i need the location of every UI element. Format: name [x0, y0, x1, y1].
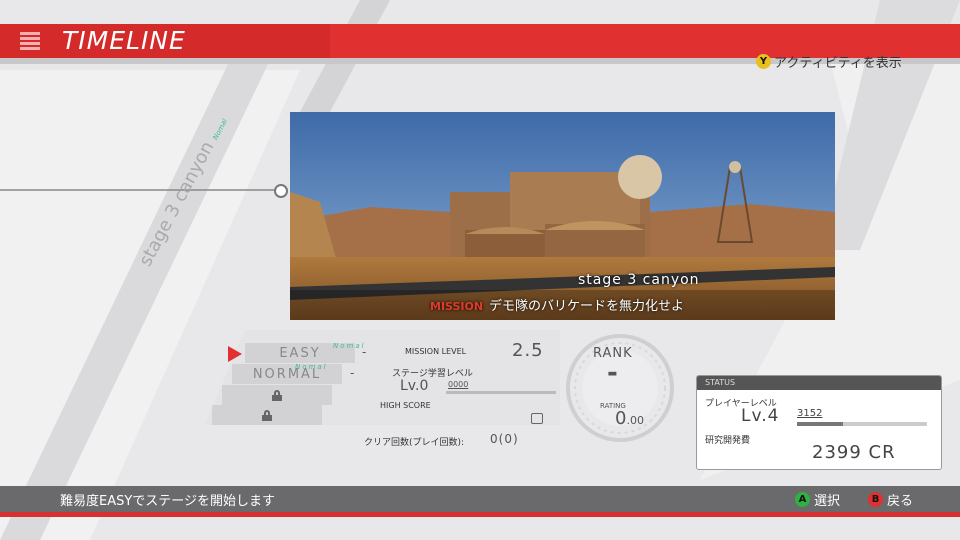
show-activity-label: アクティビティを表示	[774, 56, 902, 71]
selection-cursor-icon	[228, 346, 242, 362]
difficulty-easy-badge: Nomal	[333, 342, 366, 350]
stage-learn-bar	[446, 391, 556, 394]
back-button[interactable]: B 戻る	[868, 490, 913, 509]
difficulty-normal-badge: Nomal	[295, 363, 328, 371]
stage-learn-sub: 0000	[448, 380, 469, 389]
difficulty-locked-2[interactable]	[212, 405, 322, 425]
lock-icon	[262, 409, 272, 421]
difficulty-easy-dash: -	[362, 345, 367, 359]
footer-message: 難易度EASYでステージを開始します	[60, 494, 276, 509]
page-title: TIMELINE	[62, 26, 186, 55]
difficulty-easy-label: EASY	[279, 345, 321, 361]
stage-preview-image	[290, 112, 835, 320]
timeline-node[interactable]	[274, 184, 288, 198]
high-score-value-box	[531, 413, 543, 424]
status-header: STATUS	[697, 376, 941, 390]
back-label: 戻る	[887, 494, 914, 509]
difficulty-locked-1[interactable]	[222, 385, 332, 405]
research-value: 2399 CR	[812, 442, 896, 463]
footer-accent	[0, 512, 960, 517]
menu-icon[interactable]	[20, 32, 40, 50]
mission-level-label: MISSION LEVEL	[405, 347, 467, 356]
difficulty-normal-dash: -	[350, 366, 355, 380]
difficulty-normal[interactable]: NORMAL Nomal	[232, 363, 342, 384]
high-score-label: HIGH SCORE	[380, 401, 431, 410]
select-button[interactable]: A 選択	[795, 490, 840, 509]
player-level-value: Lv.4	[741, 406, 780, 426]
stage-learn-value: Lv.0	[400, 378, 429, 394]
status-panel: STATUS プレイヤーレベル Lv.4 3152 研究開発費 2399 CR	[696, 375, 942, 470]
rank-value: -	[607, 358, 618, 388]
clear-count-label: クリア回数(プレイ回数):	[364, 438, 465, 448]
b-button-icon: B	[868, 492, 883, 507]
rating-value: 0.00	[615, 408, 644, 429]
mission-objective-text: デモ隊のバリケードを無力化せよ	[489, 299, 685, 314]
research-label: 研究開発費	[705, 436, 751, 446]
a-button-icon: A	[795, 492, 810, 507]
player-level-sub: 3152	[797, 408, 823, 419]
clear-count-value: 0(0)	[490, 432, 519, 446]
player-level-bar	[797, 422, 927, 426]
mission-tag: MISSION	[430, 300, 484, 313]
show-activity-button[interactable]: Y アクティビティを表示	[756, 52, 902, 71]
select-label: 選択	[814, 494, 841, 509]
lock-icon	[272, 389, 282, 401]
player-level-bar-fill	[797, 422, 843, 426]
stage-name-label: stage 3 canyon	[578, 272, 700, 288]
difficulty-easy[interactable]: EASY Nomal	[245, 342, 364, 363]
mission-level-value: 2.5	[512, 340, 544, 361]
rating-int: 0	[615, 408, 627, 429]
mission-objective: MISSION デモ隊のバリケードを無力化せよ	[430, 295, 684, 314]
y-button-icon: Y	[756, 54, 771, 69]
rating-dec: .00	[626, 414, 644, 427]
